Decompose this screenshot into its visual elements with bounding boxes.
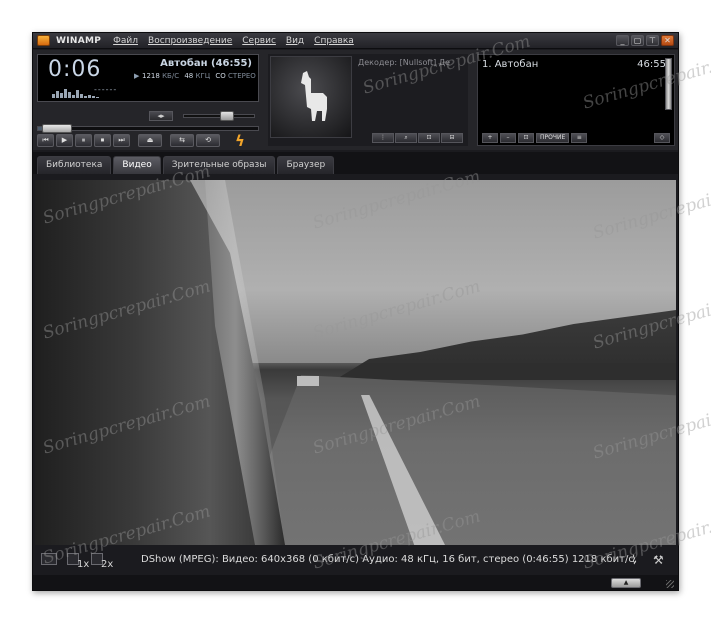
play-button[interactable]: ▶ [56,134,73,147]
winamp-window: WINAMP Файл Воспроизведение Сервис Вид С… [32,32,679,591]
seek-bar-thumb[interactable] [42,124,72,133]
transport-controls: ⏮ ▶ ⏸ ⏹ ⏭ ⏏ ⇆ ⟲ [37,134,220,147]
video-frame[interactable] [35,180,676,545]
art-menu-button[interactable]: ⋮ [372,133,394,143]
spectrum-bar [52,94,55,98]
fullscreen-icon[interactable] [41,553,57,565]
llama-icon [301,71,327,121]
pin-icon[interactable]: ⌇ [631,553,637,567]
spectrum-bar [80,94,83,98]
art-panel-buttons: ⋮ ⌕ ⊡ ⊟ [372,133,463,143]
elapsed-time[interactable]: 0:06 [48,57,101,82]
track-title: Автобан (46:55) [160,58,252,69]
volume-slider[interactable] [183,111,255,121]
stop-button[interactable]: ⏹ [94,134,111,147]
eject-button[interactable]: ⏏ [138,134,162,147]
playlist-add-button[interactable]: + [482,133,498,143]
bitrate-value: 1218 [142,72,160,80]
shade-button[interactable]: ⊤ [646,35,659,46]
playlist-item-title: 1. Автобан [482,59,539,70]
player-top-area: 0:06 ▶ Автобан (46:55) 1218 КБ/С 48 КГЦ … [33,50,678,150]
shuffle-button[interactable]: ⇆ [170,134,194,147]
spectrum-bar [60,93,63,98]
spectrum-bar [68,92,71,98]
playlist-misc-button[interactable]: ПРОЧИЕ [536,133,570,143]
video-info-text: DShow (MPEG): Видео: 640x368 (0 кбит/с) … [141,554,638,565]
menu-tools[interactable]: Сервис [242,36,276,46]
previous-button[interactable]: ⏮ [37,134,54,147]
playlist-buttons: + – ⊡ ПРОЧИЕ ≡ ◇ [482,133,670,143]
stream-info: 1218 КБ/С 48 КГЦ CO СТЕРЕО [142,72,259,80]
tab-video[interactable]: Видео [113,156,161,174]
playlist-select-button[interactable]: ⊡ [518,133,534,143]
playlist-item-duration: 46:55 [637,59,666,70]
decoder-info: Декодер: [Nullsoft] Де [358,58,450,67]
album-art [270,56,352,138]
close-button[interactable]: ✕ [661,35,674,46]
collapse-button[interactable]: ▲ [611,578,641,588]
balance-toggle-icon[interactable]: ◂▸ [149,111,173,121]
spectrum-bar [56,91,59,98]
pause-button[interactable]: ⏸ [75,134,92,147]
album-art-panel: Декодер: [Nullsoft] Де ⋮ ⌕ ⊡ ⊟ [268,54,468,146]
library-tabs: Библиотека Видео Зрительные образы Брауз… [33,152,678,174]
playlist-list-button[interactable]: ≡ [571,133,588,143]
menu-playback[interactable]: Воспроизведение [148,36,232,46]
channels-label: СТЕРЕО [228,72,256,80]
winamp-logo-icon [37,35,50,46]
menu-file[interactable]: Файл [113,36,138,46]
spectrum-bar [76,90,79,98]
spectrum-bar [84,96,87,98]
wrench-icon[interactable]: ⚒ [653,553,664,567]
player-display: 0:06 ▶ Автобан (46:55) 1218 КБ/С 48 КГЦ … [37,54,259,102]
play-indicator-icon: ▶ [134,72,140,80]
zoom-2x-label[interactable]: 2x [101,559,113,570]
playlist-panel: 1. Автобан 46:55 + – ⊡ ПРОЧИЕ ≡ ◇ [477,54,675,146]
playlist-item[interactable]: 1. Автобан 46:55 [482,59,666,70]
spectrum-bar [64,89,67,98]
resize-grip-icon[interactable] [666,580,674,588]
art-search-button[interactable]: ⌕ [395,133,417,143]
tab-browser[interactable]: Браузер [277,156,335,174]
zoom-1x-label[interactable]: 1x [77,559,89,570]
spectrum-bar [96,97,99,98]
repeat-button[interactable]: ⟲ [196,134,220,147]
menu-view[interactable]: Вид [286,36,304,46]
channels-icon: CO [215,72,226,80]
art-list-button[interactable]: ⊟ [441,133,463,143]
tab-visualization[interactable]: Зрительные образы [162,156,276,174]
seek-bar[interactable] [37,124,259,133]
title-bar: WINAMP Файл Воспроизведение Сервис Вид С… [33,33,678,49]
art-send-button[interactable]: ⊡ [418,133,440,143]
app-name: WINAMP [56,35,102,46]
restore-button[interactable]: ▢ [631,35,644,46]
video-road [235,375,676,545]
bottom-strip: ▲ [33,575,678,590]
playlist-options-button[interactable]: ◇ [654,133,670,143]
spectrum-visualizer[interactable] [52,88,99,98]
playlist-remove-button[interactable]: – [500,133,516,143]
winamp-bolt-icon[interactable]: ϟ [235,134,245,149]
minimize-button[interactable]: _ [616,35,629,46]
next-button[interactable]: ⏭ [113,134,130,147]
video-status-bar: 1x 2x DShow (MPEG): Видео: 640x368 (0 кб… [33,547,678,575]
spectrum-bar [88,95,91,98]
spectrum-bar [72,95,75,98]
window-controls: _ ▢ ⊤ ✕ [616,35,674,46]
volume-slider-thumb[interactable] [220,111,234,121]
video-distant-vehicle [297,376,319,386]
tab-library[interactable]: Библиотека [37,156,112,174]
samplerate-unit: КГЦ [195,72,211,80]
spectrum-bar [92,96,95,98]
samplerate-value: 48 [184,72,194,80]
playlist-scrollbar[interactable] [665,58,672,110]
main-player-panel: 0:06 ▶ Автобан (46:55) 1218 КБ/С 48 КГЦ … [37,54,263,149]
menu-help[interactable]: Справка [314,36,354,46]
bitrate-unit: КБ/С [162,72,180,80]
